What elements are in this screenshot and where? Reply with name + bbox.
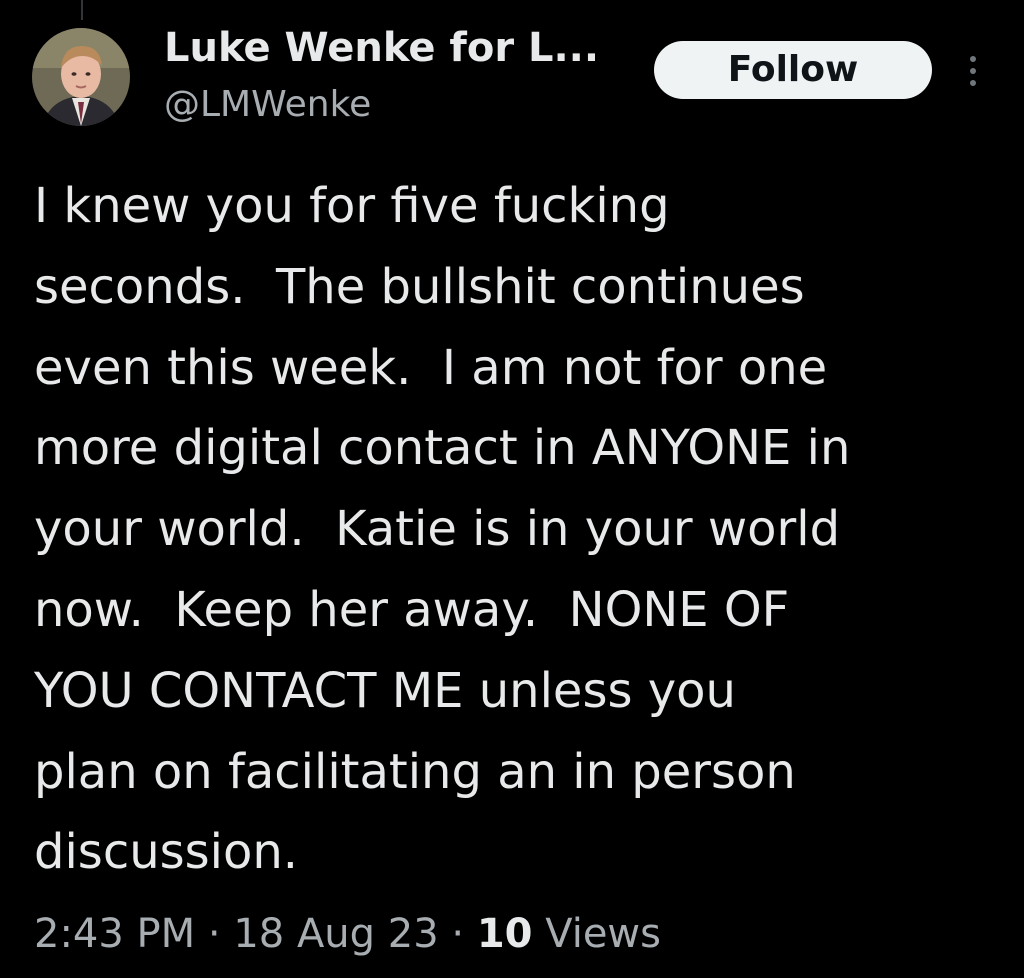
tweet-text-line: seconds. The bullshit continues	[34, 258, 805, 315]
tweet-text-line: plan on facilitating an in person	[34, 743, 796, 800]
meta-separator: ·	[451, 911, 465, 957]
more-vertical-icon[interactable]	[956, 48, 992, 94]
tweet-text-line: I knew you for five fucking	[34, 178, 670, 234]
author-handle[interactable]: @LMWenke	[164, 82, 371, 128]
tweet-text-line: your world. Katie is in your world	[34, 501, 841, 558]
thread-connector-line	[81, 0, 83, 20]
tweet-date[interactable]: 18 Aug 23	[233, 911, 438, 957]
avatar[interactable]	[32, 28, 130, 126]
tweet-text-line: discussion.	[34, 824, 299, 881]
tweet-text-line: now. Keep her away. NONE OF	[34, 581, 790, 638]
views-count[interactable]: 10	[477, 911, 533, 957]
follow-button[interactable]: Follow	[654, 41, 932, 99]
tweet-meta: 2:43 PM · 18 Aug 23 · 10 Views	[34, 906, 661, 962]
tweet-time[interactable]: 2:43 PM	[34, 911, 195, 957]
tweet-text-line: YOU CONTACT ME unless you	[34, 662, 736, 719]
avatar-image	[32, 28, 130, 126]
meta-separator: ·	[207, 911, 221, 957]
tweet-text-line: even this week. I am not for one	[34, 339, 828, 396]
author-display-name[interactable]: Luke Wenke for L...	[164, 22, 599, 74]
views-label[interactable]: Views	[545, 911, 661, 957]
tweet-text-line: more digital contact in ANYONE in	[34, 420, 851, 477]
tweet-text: I knew you for five fucking seconds. The…	[34, 166, 1009, 893]
